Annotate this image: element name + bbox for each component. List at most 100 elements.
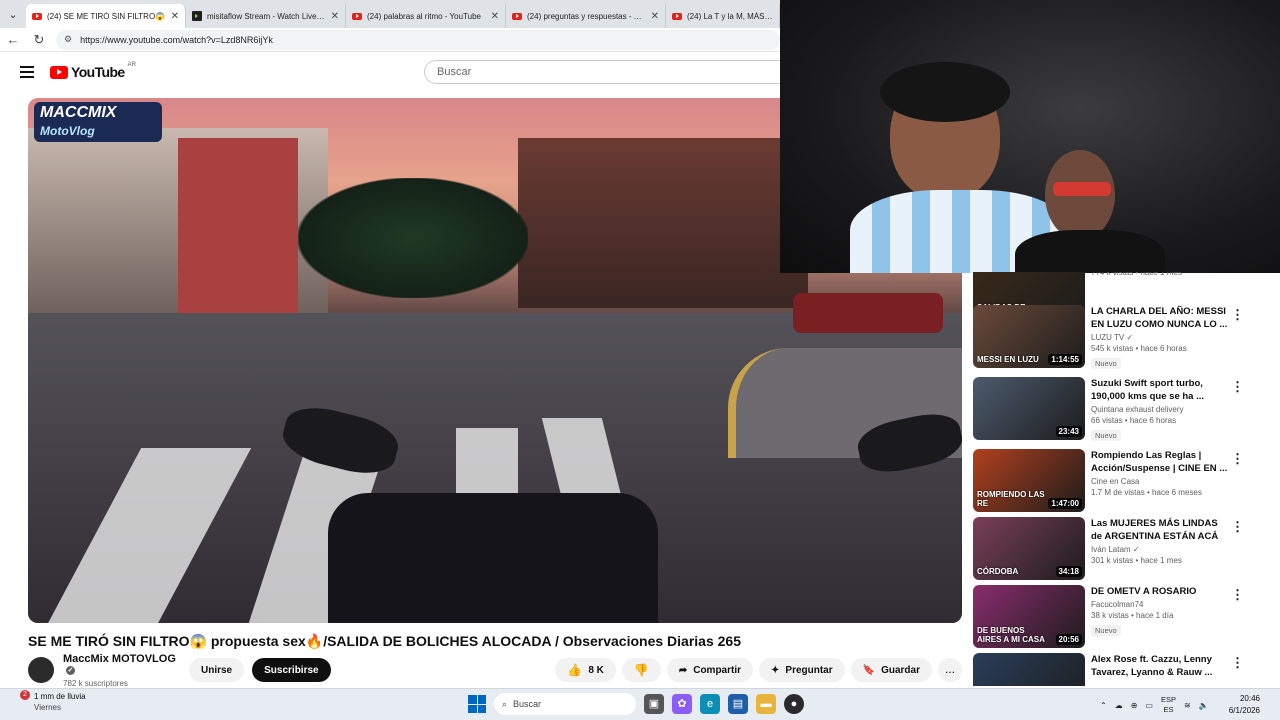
recommendation-channel[interactable]: LUZU TV ✓ [1091, 333, 1231, 342]
taskbar-apps: ⌕ Buscar ▣ ✿ e ▤ ▬ ● [468, 693, 804, 715]
monitor-icon[interactable]: ▭ [1145, 701, 1153, 710]
thumbnail-text: DE BUENOS AIRES A MI CASA [977, 626, 1045, 644]
hamburger-menu-icon[interactable] [20, 66, 34, 78]
close-tab-icon[interactable]: ✕ [651, 11, 659, 22]
recommendation-meta: Suzuki Swift sport turbo, 190,000 kms qu… [1091, 377, 1231, 441]
channel-name[interactable]: MaccMix MOTOVLOG✓ [63, 653, 181, 677]
more-options-icon[interactable]: ⋮ [1231, 519, 1244, 535]
task-view-icon[interactable]: ▣ [644, 694, 664, 714]
reload-icon[interactable]: ↻ [26, 32, 52, 48]
network-icon[interactable]: ⊕ [1131, 701, 1138, 710]
recommendation-channel[interactable]: Iván Latam ✓ [1091, 545, 1231, 554]
recommendation-title[interactable]: Suzuki Swift sport turbo, 190,000 kms qu… [1091, 377, 1231, 403]
bookmark-icon: 🔖 [862, 664, 876, 676]
recommendation-item[interactable]: MESSI EN LUZU 1:14:55 LA CHARLA DEL AÑO: M… [973, 305, 1273, 369]
recommendation-channel[interactable]: Cine en Casa [1091, 477, 1231, 486]
recommendation-item[interactable]: ROMPIENDO LAS RE 1:47:00 Rompiendo Las Reg… [973, 449, 1273, 513]
video-thumbnail[interactable]: Toda Remix [973, 653, 1085, 686]
channel-avatar[interactable] [28, 657, 54, 683]
browser-tab-2[interactable]: misitaflow Stream - Watch Live on ✕ [186, 4, 346, 28]
video-thumbnail[interactable]: 23:43 [973, 377, 1085, 440]
site-info-icon[interactable]: ⚙ [64, 34, 72, 45]
duration-badge: 1:14:55 [1048, 354, 1082, 365]
cloud-icon[interactable]: ☁ [1115, 701, 1123, 710]
url-field[interactable]: ⚙ https://www.youtube.com/watch?v=Lzd8NR… [56, 29, 780, 50]
chevron-up-icon[interactable]: ⌃ [1100, 701, 1107, 710]
volume-icon[interactable]: 🔈 [1199, 701, 1209, 710]
thumbs-down-icon: 👎 [633, 663, 649, 677]
file-explorer-icon[interactable]: ▬ [756, 694, 776, 714]
taskbar-search-placeholder: Buscar [513, 699, 542, 709]
taskbar-search[interactable]: ⌕ Buscar [494, 693, 636, 715]
tab-title: (24) palabras al ritmo - YouTube [367, 11, 481, 21]
sparkle-icon: ✦ [771, 664, 780, 676]
browser-tab-3[interactable]: (24) palabras al ritmo - YouTube ✕ [346, 4, 506, 28]
browser-tab-1[interactable]: (24) SE ME TIRÓ SIN FILTRO😱 ✕ [26, 4, 186, 28]
watermark-line1: MACCMIX [40, 104, 117, 121]
video-thumbnail[interactable]: CÓRDOBA 34:18 [973, 517, 1085, 580]
recommendation-title[interactable]: Las MUJERES MÁS LINDAS de ARGENTINA ESTÁ… [1091, 517, 1231, 543]
recommendation-channel[interactable]: Quintana exhaust delivery [1091, 405, 1231, 414]
weather-text: 1 mm de lluvia [34, 692, 86, 701]
thumbnail-text: MESSI EN LUZU [977, 355, 1039, 364]
edge-browser-icon[interactable]: e [700, 694, 720, 714]
close-tab-icon[interactable]: ✕ [331, 11, 339, 22]
recommendation-item[interactable]: DE BUENOS AIRES A MI CASA 20:56 DE OMETV A… [973, 585, 1273, 649]
language-indicator[interactable]: ESP ES [1161, 695, 1176, 715]
search-input[interactable]: Buscar [424, 60, 794, 84]
more-options-icon[interactable]: ⋮ [1231, 587, 1244, 603]
browser-tab-5[interactable]: (24) La T y la M, MÁS AMO [666, 4, 780, 28]
new-badge: Nuevo [1091, 430, 1121, 441]
more-options-icon[interactable]: ⋮ [1231, 655, 1244, 671]
tab-title: (24) preguntas y respuestas - YouT [527, 11, 646, 21]
video-thumbnail[interactable]: ROMPIENDO LAS RE 1:47:00 [973, 449, 1085, 512]
recommendation-channel[interactable]: Facucolman74 [1091, 600, 1231, 609]
video-thumbnail[interactable]: DE BUENOS AIRES A MI CASA 20:56 [973, 585, 1085, 648]
wifi-icon[interactable]: ≋ [1184, 701, 1191, 710]
back-arrow-icon[interactable]: ← [0, 32, 26, 47]
dislike-button[interactable]: 👎 [621, 658, 661, 682]
kick-icon [192, 11, 202, 21]
browser-tab-strip: ⌄ (24) SE ME TIRÓ SIN FILTRO😱 ✕ misitafl… [0, 0, 780, 28]
tab-list-chevron-icon[interactable]: ⌄ [0, 0, 26, 28]
windows-start-icon[interactable] [468, 695, 486, 713]
more-options-icon[interactable]: ⋮ [1231, 307, 1244, 323]
close-tab-icon[interactable]: ✕ [171, 11, 179, 22]
more-options-icon[interactable]: ⋮ [1231, 379, 1244, 395]
recommendation-item[interactable]: Toda RemixAlex Rose ft. Cazzu, Lenny Tav… [973, 653, 1273, 686]
recommendation-meta: Las MUJERES MÁS LINDAS de ARGENTINA ESTÁ… [1091, 517, 1231, 581]
clock-date: 6/1/2026 [1228, 706, 1260, 715]
recommendation-title[interactable]: Alex Rose ft. Cazzu, Lenny Tavarez, Lyan… [1091, 653, 1231, 679]
recommendation-title[interactable]: Rompiendo Las Reglas | Acción/Suspense |… [1091, 449, 1231, 475]
close-tab-icon[interactable]: ✕ [491, 11, 499, 22]
recommendation-title[interactable]: DE OMETV A ROSARIO [1091, 585, 1231, 598]
recommendation-item[interactable]: CÓRDOBA 34:18 Las MUJERES MÁS LINDAS de AR… [973, 517, 1273, 581]
subscribe-button[interactable]: Suscribirse [252, 658, 331, 682]
recommendation-item[interactable]: 23:43 Suzuki Swift sport turbo, 190,000 k… [973, 377, 1273, 441]
save-button[interactable]: 🔖 Guardar [850, 658, 932, 682]
clock[interactable]: 20:46 6/1/2026 [1229, 693, 1260, 717]
recommendation-stats: 545 k vistas • hace 6 horas [1091, 344, 1187, 353]
more-actions-button[interactable]: ... [938, 658, 962, 682]
store-icon[interactable]: ▤ [728, 694, 748, 714]
recommendation-stats: 66 vistas • hace 6 horas [1091, 416, 1177, 425]
clock-time: 20:46 [1239, 694, 1260, 703]
channel-text: LUZU TV [1091, 333, 1125, 342]
building-right [518, 138, 808, 308]
new-badge: Nuevo [1091, 358, 1121, 369]
watermark-line2: MotoVlog [40, 124, 95, 138]
duration-badge: 1:47:00 [1048, 498, 1082, 509]
recommendation-title[interactable]: LA CHARLA DEL AÑO: MESSI EN LUZU COMO NU… [1091, 305, 1231, 331]
youtube-logo[interactable]: YouTube AR [50, 62, 136, 80]
join-button[interactable]: Unirse [189, 658, 245, 682]
share-button[interactable]: ➦ Compartir [666, 658, 754, 682]
like-button[interactable]: 👍 8 K [555, 658, 616, 682]
lang-line2: ES [1163, 705, 1174, 714]
obs-app-icon[interactable]: ● [784, 694, 804, 714]
copilot-icon[interactable]: ✿ [672, 694, 692, 714]
more-options-icon[interactable]: ⋮ [1231, 451, 1244, 467]
ask-button[interactable]: ✦ Preguntar [759, 658, 845, 682]
browser-tab-4[interactable]: (24) preguntas y respuestas - YouT ✕ [506, 4, 666, 28]
video-thumbnail[interactable]: MESSI EN LUZU 1:14:55 [973, 305, 1085, 368]
weather-widget[interactable]: 2 1 mm de lluvia Viernes [20, 690, 86, 712]
